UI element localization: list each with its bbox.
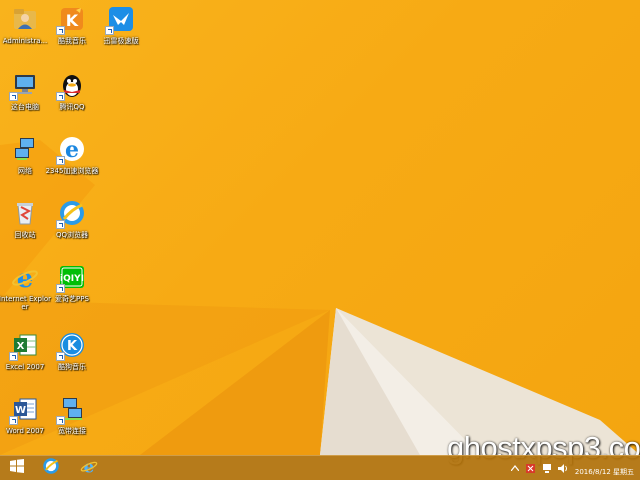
computer-icon <box>9 70 40 101</box>
tray-security-icon[interactable] <box>526 463 536 473</box>
recycle-bin-icon <box>10 198 40 228</box>
desktop-icon-label: 2345加速浏览器 <box>45 167 99 175</box>
internet-explorer-icon: e <box>10 262 40 292</box>
desktop-icon-label: 这台电脑 <box>11 103 39 111</box>
taskbar: e 2016/8/12 星期五 <box>0 455 640 480</box>
taskbar-qq-browser[interactable] <box>36 457 66 479</box>
desktop-icon-label: Word 2007 <box>5 427 45 435</box>
clock-date[interactable]: 2016/8/12 星期五 <box>575 467 634 477</box>
word-icon: W <box>9 394 40 425</box>
network-icon <box>10 134 40 164</box>
windows-logo-icon <box>9 458 25 478</box>
desktop-icon-label: 回收站 <box>14 231 36 239</box>
xunlei-bird-icon <box>105 4 136 35</box>
svg-text:K: K <box>67 339 78 354</box>
desktop-icon-kuwo-music[interactable]: K 酷我音乐 <box>45 4 99 45</box>
desktop-icon-label: 网络 <box>18 167 32 175</box>
desktop-icon-xunlei[interactable]: 迅雷极速版 <box>94 4 148 45</box>
network-status-icon[interactable] <box>542 463 552 473</box>
desktop-icon-label: QQ浏览器 <box>55 231 89 239</box>
system-tray: 2016/8/12 星期五 <box>507 456 640 480</box>
desktop-icon-qq[interactable]: 腾讯QQ <box>45 70 99 111</box>
chevron-up-icon <box>510 465 519 471</box>
desktop-icon-label: 酷狗音乐 <box>58 363 86 371</box>
desktop-icon-label: 迅雷极速版 <box>103 37 139 45</box>
volume-icon[interactable] <box>557 463 568 473</box>
desktop-icon-label: 爱奇艺PPS <box>55 295 89 303</box>
start-button[interactable] <box>2 457 32 479</box>
taskbar-ie[interactable]: e <box>74 456 104 479</box>
qq-browser-icon <box>42 457 60 479</box>
qq-browser-icon <box>56 198 87 229</box>
qq-penguin-icon <box>56 70 87 101</box>
svg-text:iQIYI: iQIYI <box>60 274 84 284</box>
desktop-icon-kugou-music[interactable]: K 酷狗音乐 <box>45 330 99 371</box>
desktop-icon-qq-browser[interactable]: QQ浏览器 <box>45 198 99 239</box>
svg-text:X: X <box>17 341 25 352</box>
desktop[interactable]: Administra... 这台电脑 网络 回收站 e Internet Exp… <box>0 0 640 455</box>
browser-2345-icon: e <box>56 134 87 165</box>
internet-explorer-icon: e <box>80 456 98 479</box>
show-hidden-icons-button[interactable] <box>510 463 520 473</box>
svg-text:e: e <box>65 137 79 163</box>
desktop-icon-2345-browser[interactable]: e 2345加速浏览器 <box>45 134 99 175</box>
desktop-icon-label: 腾讯QQ <box>59 103 85 111</box>
desktop-icon-label: 宽带连接 <box>58 427 86 435</box>
desktop-icon-label: Excel 2007 <box>5 363 45 371</box>
svg-text:K: K <box>66 11 79 30</box>
desktop-icon-iqiyi-pps[interactable]: iQIYI 爱奇艺PPS <box>45 262 99 303</box>
broadband-icon <box>56 394 87 425</box>
kugou-icon: K <box>56 330 87 361</box>
desktop-icon-label: Administra... <box>2 37 48 45</box>
user-folder-icon <box>10 4 40 34</box>
excel-icon: X <box>9 330 40 361</box>
svg-text:W: W <box>15 405 26 416</box>
iqiyi-icon: iQIYI <box>56 262 87 293</box>
kuwo-music-icon: K <box>56 4 87 35</box>
desktop-icon-broadband[interactable]: 宽带连接 <box>45 394 99 435</box>
desktop-icon-label: 酷我音乐 <box>58 37 86 45</box>
